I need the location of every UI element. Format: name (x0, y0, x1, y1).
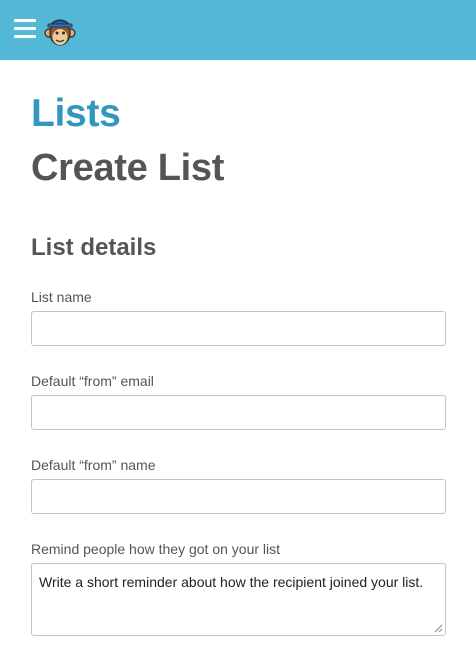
reminder-field-wrapper (31, 563, 446, 636)
from-email-input[interactable] (31, 395, 446, 430)
resize-handle-icon[interactable] (434, 624, 443, 633)
list-name-label: List name (31, 289, 92, 305)
section-title: List details (31, 234, 157, 261)
list-name-input[interactable] (31, 311, 446, 346)
reminder-textarea[interactable] (31, 563, 446, 636)
from-name-input[interactable] (31, 479, 446, 514)
hamburger-menu-icon[interactable] (14, 19, 36, 41)
monkey-logo-icon[interactable] (44, 14, 76, 48)
reminder-label: Remind people how they got on your list (31, 541, 281, 557)
from-name-label: Default “from” name (31, 457, 156, 473)
from-email-label: Default “from” email (31, 373, 154, 389)
top-bar (0, 0, 476, 60)
page-title: Create List (31, 147, 225, 189)
breadcrumb-lists-link[interactable]: Lists (31, 91, 121, 137)
